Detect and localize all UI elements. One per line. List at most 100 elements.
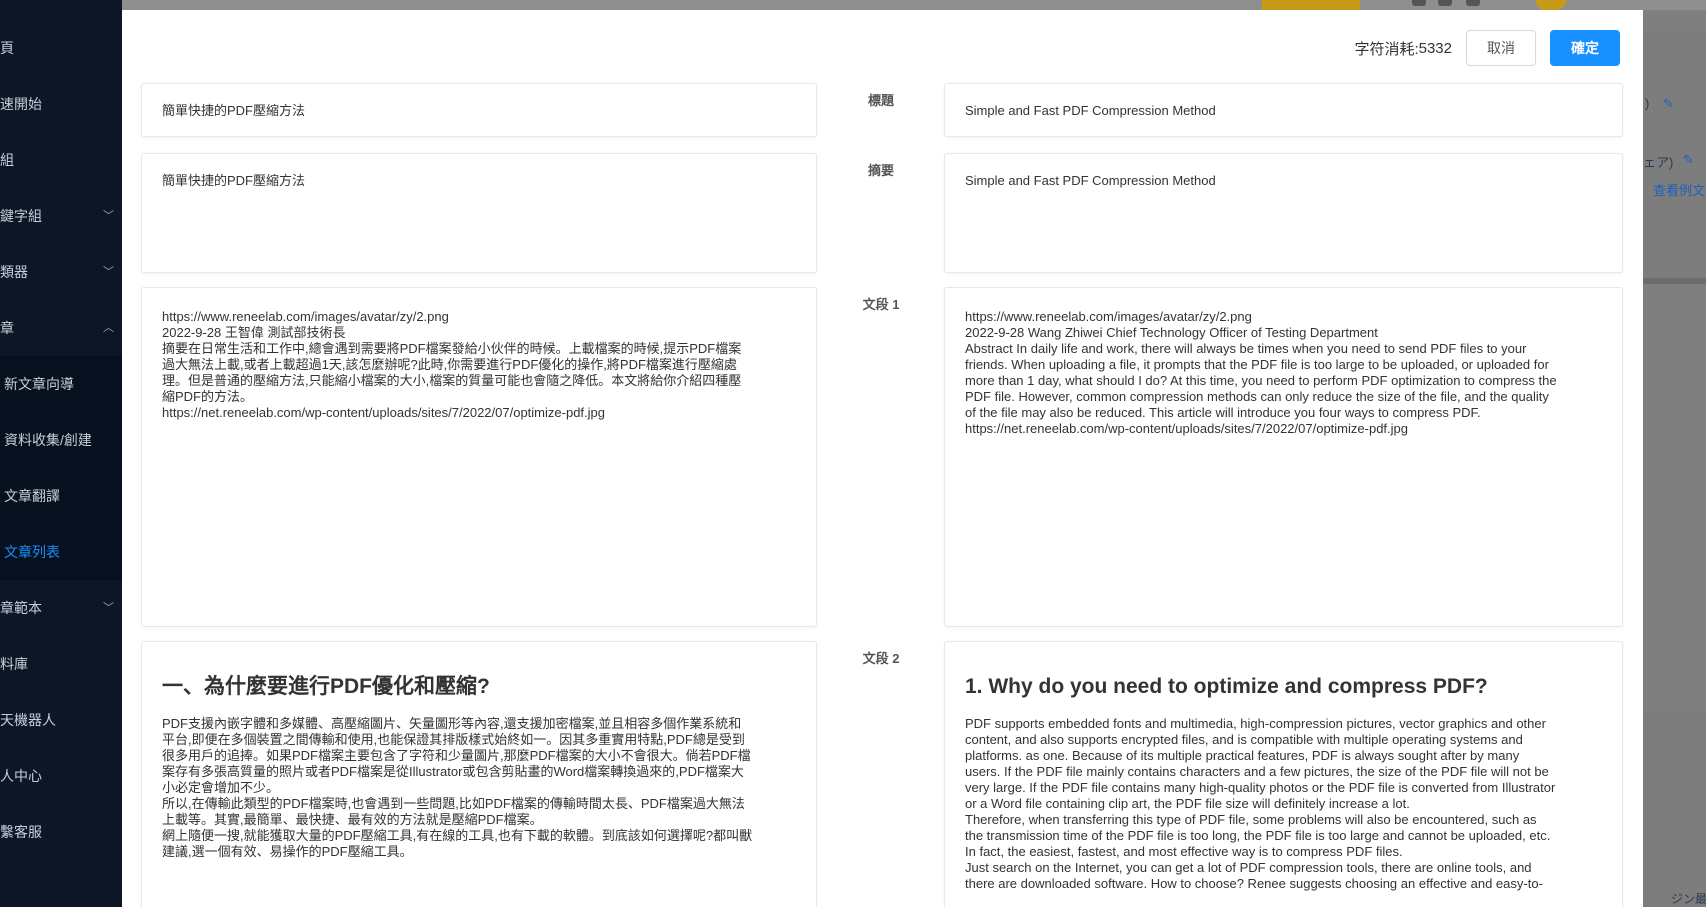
para2-translation-line: users. If the PDF file mainly contains c… <box>965 764 1549 779</box>
sidebar-item-label: 新文章向導 <box>4 376 74 392</box>
sidebar-item[interactable]: 文章翻譯 <box>0 468 122 524</box>
sidebar-item[interactable]: 人中心 <box>0 748 122 804</box>
sidebar-item[interactable]: 頁 <box>0 20 122 76</box>
sidebar-item-label: 天機器人 <box>0 712 56 728</box>
para2-source-heading: 一、為什麼要進行PDF優化和壓縮? <box>162 675 490 698</box>
chevron-down-icon: ﹀ <box>103 602 114 614</box>
top-header <box>122 0 1706 10</box>
summary-source-field[interactable]: 簡單快捷的PDF壓縮方法 <box>141 153 817 273</box>
sidebar-item[interactable]: 資料收集/創建 <box>0 412 122 468</box>
para2-source-field[interactable]: 一、為什麼要進行PDF優化和壓縮? PDF支援內嵌字體和多媒體、高壓縮圖片、矢量… <box>141 641 817 907</box>
sidebar-item-label: 頁 <box>0 40 14 56</box>
para2-source-line: 小必定會增加不少。 <box>162 780 280 795</box>
para1-source-line: 摘要在日常生活和工作中,總會遇到需要將PDF檔案發給小伙伴的時候。上載檔案的時候… <box>162 341 742 356</box>
sidebar-item[interactable]: 章範本 ﹀ <box>0 580 122 636</box>
sidebar-item-label: 繫客服 <box>0 824 42 840</box>
row-label-summary: 摘要 <box>867 163 894 178</box>
sidebar-item[interactable]: 章 ︿ <box>0 300 122 356</box>
title-source-field[interactable]: 簡單快捷的PDF壓縮方法 <box>141 83 817 137</box>
bg-bottom-text: ジン最適 <box>1671 892 1706 906</box>
para1-source-line: https://net.reneelab.com/wp-content/uplo… <box>162 405 605 420</box>
sidebar-item-label: 資料收集/創建 <box>4 432 92 448</box>
sidebar-item-label: 章 <box>0 320 14 336</box>
bg-panel <box>1643 710 1706 907</box>
sidebar-item[interactable]: 天機器人 <box>0 692 122 748</box>
sidebar-item[interactable]: 文章列表 <box>0 524 122 580</box>
sidebar-item-label: 文章列表 <box>4 544 60 560</box>
summary-translation-text: Simple and Fast PDF Compression Method <box>965 173 1216 188</box>
para2-translation-line: the transmission time of the PDF file is… <box>965 828 1551 843</box>
para1-source-line: 理。但是普通的壓縮方法,只能縮小檔案的大小,檔案的質量可能也會隨之降低。本文將給… <box>162 373 742 388</box>
para2-translation-line: or a Word file containing clip art, the … <box>965 796 1410 811</box>
header-icon <box>1466 0 1480 6</box>
para1-translation-field[interactable]: https://www.reneelab.com/images/avatar/z… <box>944 287 1623 627</box>
sidebar-item-label: 類器 <box>0 264 28 280</box>
para1-source-line: 縮PDF的方法。 <box>162 389 254 404</box>
summary-source-text: 簡單快捷的PDF壓縮方法 <box>162 173 306 188</box>
sidebar-item[interactable]: 鍵字組 ﹀ <box>0 188 122 244</box>
title-translation-field[interactable]: Simple and Fast PDF Compression Method <box>944 83 1623 137</box>
para1-source-field[interactable]: https://www.reneelab.com/images/avatar/z… <box>141 287 817 627</box>
sidebar-item[interactable]: 類器 ﹀ <box>0 244 122 300</box>
sidebar-item[interactable]: 速開始 <box>0 76 122 132</box>
translation-modal: 字符消耗: 5332 取消 確定 標題 簡單快捷的PDF壓縮方法 Simple … <box>122 10 1643 907</box>
para1-translation-line: PDF file. However, common compression me… <box>965 389 1549 404</box>
header-icon <box>1438 0 1452 6</box>
para2-translation-field[interactable]: 1. Why do you need to optimize and compr… <box>944 641 1623 907</box>
para1-translation-line: 2022-9-28 Wang Zhiwei Chief Technology O… <box>965 325 1378 340</box>
sidebar-item-label: 料庫 <box>0 656 28 672</box>
sidebar-item-label: 鍵字組 <box>0 208 42 224</box>
title-source-text: 簡單快捷的PDF壓縮方法 <box>162 103 306 118</box>
view-example-link: 查看例文 <box>1653 183 1706 198</box>
row-label-para1: 文段 1 <box>862 297 900 312</box>
para2-translation-line: In fact, the easiest, fastest, and most … <box>965 844 1403 859</box>
bg-edit-text: ェア) <box>1643 155 1674 170</box>
para1-source-line: 過大無法上載,或者上載超過1天,該怎麼辦呢?此時,你需要進行PDF優化的操作,將… <box>162 357 737 372</box>
para2-source-line: 所以,在傳輸此類型的PDF檔案時,也會遇到一些問題,比如PDF檔案的傳輸時間太長… <box>162 796 745 811</box>
para1-source-line: 2022-9-28 王智偉 測試部技術長 <box>162 325 346 340</box>
para2-source-line: 平台,即便在多個裝置之間傳輸和使用,也能保證其排版樣式始終如一。因其多重實用特點… <box>162 732 745 747</box>
para2-source-line: PDF支援內嵌字體和多媒體、高壓縮圖片、矢量圖形等內容,還支援加密檔案,並且相容… <box>162 716 742 731</box>
para2-source-line: 網上隨便一搜,就能獲取大量的PDF壓縮工具,有在線的工具,也有下載的軟體。到底該… <box>162 828 753 843</box>
sidebar-item[interactable]: 繫客服 <box>0 804 122 860</box>
para2-source-line: 很多用戶的追捧。如果PDF檔案主要包含了字符和少量圖片,那麼PDF檔案的大小不會… <box>162 748 751 763</box>
title-translation-text: Simple and Fast PDF Compression Method <box>965 103 1216 118</box>
char-cost-label: 字符消耗: <box>1354 40 1419 58</box>
para1-translation-line: more than 1 day, what should I do? At th… <box>965 373 1557 388</box>
para2-translation-line: Just search on the Internet, you can get… <box>965 860 1532 875</box>
sidebar-item[interactable]: 料庫 <box>0 636 122 692</box>
sidebar-item-label: 速開始 <box>0 96 42 112</box>
header-action-button <box>1262 0 1360 10</box>
modal-toolbar: 字符消耗: 5332 取消 確定 <box>1354 30 1620 66</box>
chevron-up-icon: ︿ <box>103 322 114 334</box>
para2-translation-line: Therefore, when transferring this type o… <box>965 812 1537 827</box>
para2-source-line: 上載等。其實,最簡單、最快捷、最有效的方法就是壓縮PDF檔案。 <box>162 812 543 827</box>
para2-translation-line: content, and also supports encrypted fil… <box>965 732 1523 747</box>
para1-translation-line: friends. When uploading a file, it promp… <box>965 357 1549 372</box>
para2-translation-heading: 1. Why do you need to optimize and compr… <box>965 675 1488 698</box>
sidebar-item[interactable]: 新文章向導 <box>0 356 122 412</box>
char-cost-value: 5332 <box>1418 39 1452 57</box>
cancel-button[interactable]: 取消 <box>1466 30 1536 66</box>
confirm-button[interactable]: 確定 <box>1550 30 1620 66</box>
sidebar: 頁速開始組鍵字組 ﹀ 類器 ﹀ 章 ︿ 新文章向導 資料收集/創建 文章翻譯 文章列表 章範本 ﹀ 料庫… <box>0 0 122 907</box>
para1-translation-line: https://www.reneelab.com/images/avatar/z… <box>965 309 1252 324</box>
summary-translation-field[interactable]: Simple and Fast PDF Compression Method <box>944 153 1623 273</box>
para1-translation-line: of the file may also be reduced. This ar… <box>965 405 1481 420</box>
row-label-title: 標題 <box>867 93 894 108</box>
sidebar-item[interactable]: 組 <box>0 132 122 188</box>
chevron-down-icon: ﹀ <box>103 210 114 222</box>
para2-source-line: 建議,選一個有效、易操作的PDF壓縮工具。 <box>162 844 413 859</box>
para2-source-line: 案存有多張高質量的照片或者PDF檔案是從Illustrator或包含剪貼畫的Wo… <box>162 764 744 779</box>
para1-translation-line: https://net.reneelab.com/wp-content/uplo… <box>965 421 1408 436</box>
background-main: ) ✎ ェア) ✎ 查看例文 ジン最適 <box>1643 10 1706 907</box>
sidebar-item-label: 文章翻譯 <box>4 488 60 504</box>
bg-divider <box>1643 278 1706 284</box>
para1-translation-line: Abstract In daily life and work, there w… <box>965 341 1527 356</box>
para1-source-line: https://www.reneelab.com/images/avatar/z… <box>162 309 449 324</box>
sidebar-item-label: 人中心 <box>0 768 42 784</box>
bg-edit-text: ) <box>1645 96 1650 111</box>
para2-translation-line: there are downloaded software. How to ch… <box>965 876 1543 891</box>
edit-icon: ✎ <box>1663 96 1674 111</box>
header-icon <box>1412 0 1426 6</box>
